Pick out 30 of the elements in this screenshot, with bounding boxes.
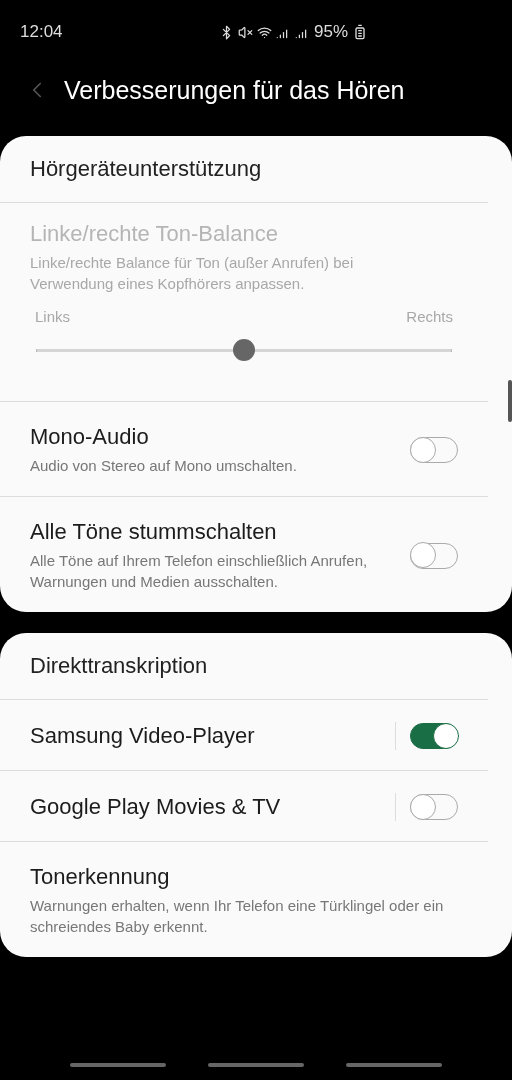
battery-percent: 95% (313, 22, 348, 42)
setting-description: Linke/rechte Balance für Ton (außer Anrufen) bei Verwendung eines Kopfhörers anpassen. (30, 253, 355, 294)
setting-row[interactable]: Google Play Movies & TV (0, 770, 488, 841)
nav-bar-button[interactable] (70, 1063, 166, 1067)
setting-description: Alle Töne auf Ihrem Telefon einschließlich Anrufen, Warnungen und Medien ausschalten. (30, 551, 369, 592)
section-heading: Hörgeräteunterstützung (0, 136, 488, 203)
setting-row[interactable]: Mono-Audio Audio von Stereo auf Mono umschalten. (0, 401, 488, 496)
section-heading: Direkttranskription (0, 633, 488, 700)
wifi-icon (256, 24, 272, 40)
page-title: Verbesserungen für das Hören (64, 75, 405, 105)
nav-bar-button[interactable] (208, 1063, 304, 1067)
scroll-indicator (508, 380, 512, 422)
setting-title: Samsung Video-Player (30, 723, 256, 749)
toggle-switch[interactable] (410, 723, 458, 749)
setting-row[interactable]: Alle Töne stummschalten Alle Töne auf Ihrem Telefon einschließlich Anrufen, Warnungen und Medien ausschalten. (0, 496, 488, 612)
setting-title: Linke/rechte Ton-Balance (30, 221, 279, 247)
setting-title: Tonerkennung (30, 864, 171, 890)
battery-icon (352, 24, 368, 40)
left-label: Links (35, 308, 71, 325)
mute-icon (237, 24, 253, 40)
setting-title: Alle Töne stummschalten (30, 519, 278, 545)
setting-description: Audio von Stereo auf Mono umschalten. (30, 456, 298, 476)
nav-bar-button[interactable] (346, 1063, 442, 1067)
right-label: Rechts (406, 308, 453, 325)
setting-title: Google Play Movies & TV (30, 794, 282, 820)
balance-slider[interactable] (36, 339, 452, 361)
setting-description: Warnungen erhalten, wenn Ihr Telefon eine Türklingel oder ein schreiendes Baby erkennt. (30, 896, 445, 937)
clock: 12:04 (20, 22, 64, 42)
setting-title: Mono-Audio (30, 424, 150, 450)
setting-row[interactable]: Samsung Video-Player (0, 700, 488, 770)
